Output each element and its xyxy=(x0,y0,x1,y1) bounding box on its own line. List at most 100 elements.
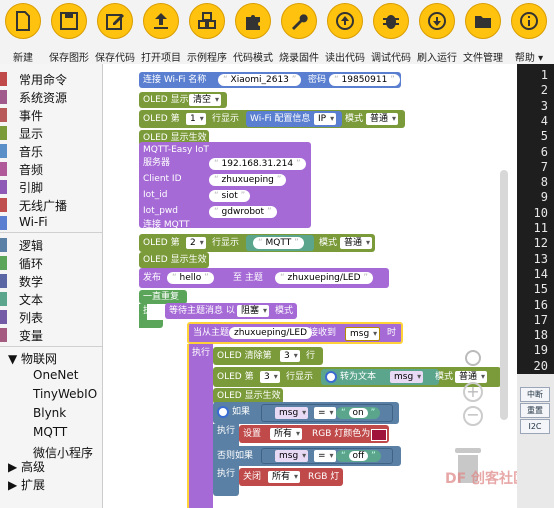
publish-topic-field[interactable]: “ zhuxueping/LED ” xyxy=(275,272,374,284)
elseif-op-dropdown[interactable]: = xyxy=(314,450,336,462)
category-item[interactable]: 变量 xyxy=(0,326,102,344)
category-item[interactable]: 无线广播 xyxy=(0,196,102,214)
rgb-off-target-dropdown[interactable]: 所有 xyxy=(268,471,301,483)
oled-line-dropdown-2[interactable]: 2 xyxy=(186,237,206,249)
category-label: 系统资源 xyxy=(19,91,68,105)
oled-line3-dropdown[interactable]: 3 xyxy=(260,371,280,383)
forever-loop-block[interactable]: 一直重复 xyxy=(139,290,187,304)
elseif-var-dropdown[interactable]: msg xyxy=(275,450,309,462)
oled-show-label: 行显示 xyxy=(212,114,240,124)
oled-mode-dropdown[interactable]: 普通 xyxy=(366,113,399,125)
toolbar-button-10[interactable]: 文件管理 xyxy=(460,0,506,64)
mqtt-client-field[interactable]: “ zhuxueping ” xyxy=(209,174,287,186)
category-item[interactable]: Wi-Fi xyxy=(0,214,102,232)
oled-clear-dropdown[interactable]: 清空 xyxy=(189,94,222,106)
category-item[interactable]: 循环 xyxy=(0,254,102,272)
toolbar-button-3[interactable]: 打开项目 xyxy=(138,0,184,64)
set-rgb-target-dropdown[interactable]: 所有 xyxy=(270,428,303,440)
category-item[interactable]: 引脚 xyxy=(0,178,102,196)
if-label: 如果 xyxy=(232,407,251,417)
workspace-scrollbar[interactable] xyxy=(500,170,508,420)
zoom-in-icon[interactable]: + xyxy=(463,382,483,402)
new-file-icon xyxy=(5,3,41,39)
interrupt-button[interactable]: 中断 xyxy=(520,387,550,402)
category-color-bar xyxy=(0,108,7,122)
oled-line3-show-label: 行显示 xyxy=(286,372,314,382)
iot-item[interactable]: Blynk xyxy=(33,406,66,420)
mqtt-text-field[interactable]: “ MQTT ” xyxy=(253,237,304,249)
oled-line3-mode-label: 模式 xyxy=(435,372,454,382)
forever-loop-foot xyxy=(139,320,163,328)
iot-item[interactable]: TinyWebIO xyxy=(33,387,97,401)
to-text-var-dropdown[interactable]: msg xyxy=(390,371,424,383)
category-label: 逻辑 xyxy=(19,239,44,253)
category-item[interactable]: 系统资源 xyxy=(0,88,102,106)
toolbar-button-11[interactable]: 帮助 ▾ xyxy=(506,0,552,64)
toolbar-button-0[interactable]: 新建 xyxy=(0,0,46,64)
toolbar-button-2[interactable]: 保存代码 xyxy=(92,0,138,64)
mqtt-server-field[interactable]: “ 192.168.31.214 ” xyxy=(209,158,306,170)
category-item[interactable]: 显示 xyxy=(0,124,102,142)
category-color-bar xyxy=(0,198,7,212)
if-value-field[interactable]: “ on ” xyxy=(336,407,381,419)
category-label: 循环 xyxy=(19,257,44,271)
if-gear-icon[interactable] xyxy=(217,405,229,418)
rgb-color-swatch[interactable] xyxy=(371,429,387,441)
category-color-bar xyxy=(0,310,7,324)
reset-button[interactable]: 重置 xyxy=(520,403,550,418)
on-message-receive-label: 接收到 xyxy=(309,328,337,338)
publish-message-field[interactable]: “ hello ” xyxy=(167,272,214,284)
toolbar-button-5[interactable]: 代码模式 xyxy=(230,0,276,64)
category-item[interactable]: 数学 xyxy=(0,272,102,290)
iot-item[interactable]: MQTT xyxy=(33,425,67,439)
line-number: 10 xyxy=(533,205,548,220)
elseif-value-field[interactable]: “ off ” xyxy=(336,450,381,462)
category-item[interactable]: 事件 xyxy=(0,106,102,124)
category-item[interactable]: 文本 xyxy=(0,290,102,308)
mqtt-iotpwd-field[interactable]: “ gdwrobot ” xyxy=(209,206,277,218)
oled-apply-label-2: OLED 显示生效 xyxy=(143,255,207,265)
category-extension[interactable]: ▶ 扩展 xyxy=(8,476,45,493)
iot-item[interactable]: OneNet xyxy=(33,368,79,382)
category-item[interactable]: 音乐 xyxy=(0,142,102,160)
toolbar-button-1[interactable]: 保存图形 xyxy=(46,0,92,64)
oled-line-dropdown[interactable]: 1 xyxy=(186,113,206,125)
if-var-dropdown[interactable]: msg xyxy=(275,407,309,419)
zoom-out-icon[interactable]: − xyxy=(463,406,483,426)
toolbar-button-9[interactable]: 刷入运行 xyxy=(414,0,460,64)
toolbar-button-7[interactable]: 读出代码 xyxy=(322,0,368,64)
wifi-ssid-field[interactable]: “ Xiaomi_2613 ” xyxy=(218,74,302,86)
oled-mode-dropdown-2[interactable]: 普通 xyxy=(340,237,373,249)
toolbar-button-4[interactable]: 示例程序 xyxy=(184,0,230,64)
category-item[interactable]: 常用命令 xyxy=(0,70,102,88)
block-workspace[interactable]: 连接 Wi-Fi 名称 “ Xiaomi_2613 ” 密码 “ 1985091… xyxy=(103,64,517,508)
if-op-dropdown[interactable]: = xyxy=(314,407,336,419)
line-number: 17 xyxy=(533,312,548,327)
category-advanced[interactable]: ▶ 高级 xyxy=(8,458,45,475)
category-item[interactable]: 列表 xyxy=(0,308,102,326)
line-number: 15 xyxy=(533,282,548,297)
i2c-button[interactable]: I2C xyxy=(520,419,550,434)
wait-mode-dropdown[interactable]: 阻塞 xyxy=(237,305,270,317)
category-color-bar xyxy=(0,144,7,158)
on-message-var-dropdown[interactable]: msg xyxy=(345,327,381,341)
line-number: 8 xyxy=(540,175,548,190)
recenter-icon[interactable] xyxy=(465,350,481,366)
puzzle-icon xyxy=(235,3,271,39)
on-message-topic-field[interactable]: zhuxueping/LED xyxy=(229,327,312,339)
wifi-password-field[interactable]: “ 19850911 ” xyxy=(329,74,400,86)
toolbar-button-8[interactable]: 调试代码 xyxy=(368,0,414,64)
line-number: 3 xyxy=(540,98,548,113)
toolbar-button-6[interactable]: 烧录固件 xyxy=(276,0,322,64)
line-number: 9 xyxy=(540,190,548,205)
category-item[interactable]: 音频 xyxy=(0,160,102,178)
oled-apply-block-2[interactable]: OLED 显示生效 xyxy=(139,252,209,268)
category-iot-group[interactable]: ▼ 物联网 xyxy=(8,350,57,367)
mqtt-iotid-field[interactable]: “ siot ” xyxy=(209,190,251,202)
oled-clear-line-dropdown[interactable]: 3 xyxy=(280,350,300,362)
category-item[interactable]: 逻辑 xyxy=(0,236,102,254)
wifi-ip-dropdown[interactable]: IP xyxy=(314,113,337,125)
sidebar-divider xyxy=(0,346,102,347)
save-icon xyxy=(51,3,87,39)
category-color-bar xyxy=(0,90,7,104)
